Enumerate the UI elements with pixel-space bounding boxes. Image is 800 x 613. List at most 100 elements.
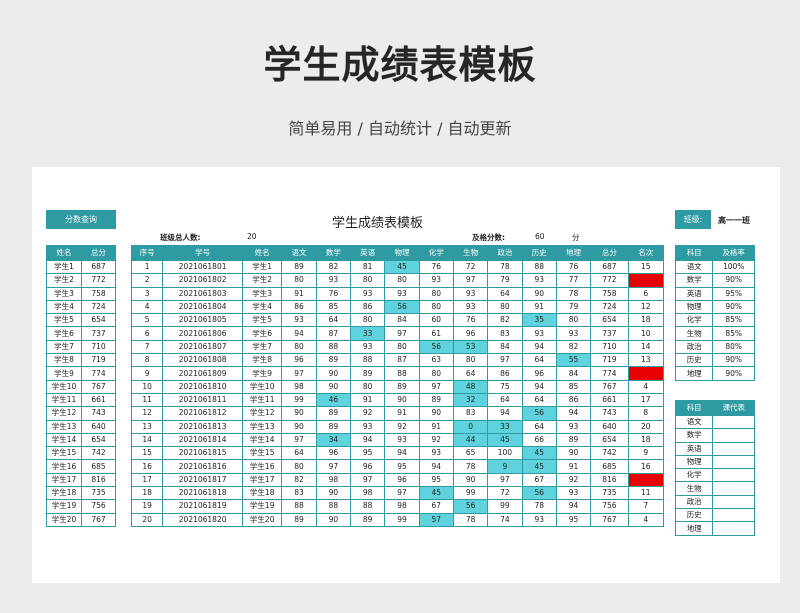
table-cell[interactable]: 756	[80, 499, 117, 514]
table-cell[interactable]: 9	[487, 459, 523, 474]
table-cell[interactable]	[712, 494, 755, 510]
table-cell[interactable]: 90	[315, 512, 352, 527]
table-cell[interactable]: 92	[555, 472, 592, 488]
table-cell[interactable]: 88	[315, 499, 352, 514]
table-cell[interactable]: 92	[418, 432, 454, 448]
table-cell[interactable]: 88	[349, 353, 386, 368]
table-cell[interactable]: 学生4	[242, 299, 283, 315]
table-cell[interactable]: 2021061808	[162, 353, 244, 368]
table-cell[interactable]: 84	[487, 339, 523, 355]
table-cell[interactable]: 0	[452, 419, 489, 434]
table-cell[interactable]: 6	[627, 286, 665, 301]
table-cell[interactable]: 2021061817	[162, 472, 244, 488]
table-cell[interactable]: 89	[349, 366, 386, 381]
table-cell[interactable]: 2021061820	[162, 512, 244, 527]
table-cell[interactable]: 774	[80, 366, 117, 381]
table-cell[interactable]: 97	[349, 472, 386, 488]
table-cell[interactable]: 75	[487, 379, 523, 394]
table-cell[interactable]: 学生8	[242, 353, 283, 368]
table-cell[interactable]: 7	[627, 499, 665, 514]
table-cell[interactable]: 14	[130, 432, 164, 448]
table-cell[interactable]: 学生11	[242, 392, 283, 408]
table-cell[interactable]: 685	[590, 459, 629, 474]
table-cell[interactable]	[712, 468, 755, 483]
table-cell[interactable]: 758	[80, 286, 117, 301]
table-cell[interactable]: 13	[130, 419, 164, 434]
table-cell[interactable]: 95	[384, 459, 420, 474]
table-cell[interactable]: 93	[384, 286, 420, 301]
table-cell[interactable]: 学生6	[242, 326, 283, 341]
table-cell[interactable]: 98	[384, 499, 420, 514]
table-cell[interactable]: 80	[349, 379, 386, 394]
table-cell[interactable]: 64	[521, 419, 557, 434]
table-cell[interactable]: 93	[281, 313, 317, 328]
table-cell[interactable]: 物理	[674, 454, 714, 470]
table-cell[interactable]: 10	[130, 379, 164, 394]
table-cell[interactable]: 33	[349, 326, 386, 341]
table-cell[interactable]: 710	[80, 339, 117, 355]
table-cell[interactable]: 63	[418, 353, 454, 368]
table-cell[interactable]: 735	[80, 486, 117, 501]
table-cell[interactable]: 3	[627, 273, 665, 288]
table-cell[interactable]: 77	[555, 273, 592, 288]
table-cell[interactable]: 学生2	[242, 273, 283, 288]
table-cell[interactable]: 生物	[674, 481, 714, 496]
table-cell[interactable]: 90	[418, 406, 454, 421]
table-cell[interactable]: 91	[521, 299, 557, 315]
table-cell[interactable]: 45	[521, 446, 557, 461]
table-cell[interactable]: 学生8	[46, 353, 82, 368]
table-cell[interactable]: 710	[590, 339, 629, 355]
table-cell[interactable]: 72	[452, 259, 489, 275]
table-cell[interactable]: 2021061812	[162, 406, 244, 421]
table-cell[interactable]: 94	[555, 499, 592, 514]
table-cell[interactable]: 44	[452, 432, 489, 448]
table-cell[interactable]: 93	[315, 273, 352, 288]
table-cell[interactable]: 4	[130, 299, 164, 315]
table-cell[interactable]: 96	[349, 459, 386, 474]
table-cell[interactable]: 学生12	[242, 406, 283, 421]
table-cell[interactable]: 816	[590, 472, 629, 488]
table-cell[interactable]: 学生5	[242, 313, 283, 328]
table-cell[interactable]: 96	[281, 353, 317, 368]
table-cell[interactable]: 57	[418, 512, 454, 527]
table-cell[interactable]: 89	[349, 512, 386, 527]
table-cell[interactable]: 80	[281, 273, 317, 288]
table-cell[interactable]: 2021061806	[162, 326, 244, 341]
table-cell[interactable]: 学生13	[46, 419, 82, 434]
table-cell[interactable]: 生物	[674, 326, 714, 341]
table-cell[interactable]: 91	[349, 392, 386, 408]
table-cell[interactable]: 学生9	[46, 366, 82, 381]
table-cell[interactable]: 72	[487, 486, 523, 501]
table-cell[interactable]: 学生3	[242, 286, 283, 301]
table-cell[interactable]: 64	[315, 313, 352, 328]
table-cell[interactable]: 60	[418, 313, 454, 328]
table-cell[interactable]: 91	[555, 459, 592, 474]
table-cell[interactable]: 80	[555, 313, 592, 328]
table-cell[interactable]: 97	[384, 486, 420, 501]
table-cell[interactable]: 17	[627, 392, 665, 408]
table-cell[interactable]: 2021061818	[162, 486, 244, 501]
table-cell[interactable]: 97	[487, 472, 523, 488]
table-cell[interactable]: 55	[555, 353, 592, 368]
table-cell[interactable]: 学生7	[242, 339, 283, 355]
table-cell[interactable]: 64	[487, 392, 523, 408]
table-cell[interactable]: 76	[315, 286, 352, 301]
table-cell[interactable]: 737	[80, 326, 117, 341]
table-cell[interactable]: 学生1	[46, 259, 82, 275]
table-cell[interactable]: 9	[130, 366, 164, 381]
table-cell[interactable]: 76	[555, 259, 592, 275]
table-cell[interactable]: 56	[418, 339, 454, 355]
table-cell[interactable]: 80	[384, 273, 420, 288]
table-cell[interactable]: 80	[349, 313, 386, 328]
table-cell[interactable]: 89	[315, 406, 352, 421]
table-cell[interactable]: 99	[452, 486, 489, 501]
table-cell[interactable]: 8	[130, 353, 164, 368]
table-cell[interactable]: 85	[555, 379, 592, 394]
table-cell[interactable]: 化学	[674, 313, 714, 328]
table-cell[interactable]: 80	[418, 366, 454, 381]
table-cell[interactable]: 81	[349, 259, 386, 275]
table-cell[interactable]: 94	[555, 406, 592, 421]
table-cell[interactable]: 742	[590, 446, 629, 461]
table-cell[interactable]: 学生19	[242, 499, 283, 514]
table-cell[interactable]: 18	[627, 313, 665, 328]
